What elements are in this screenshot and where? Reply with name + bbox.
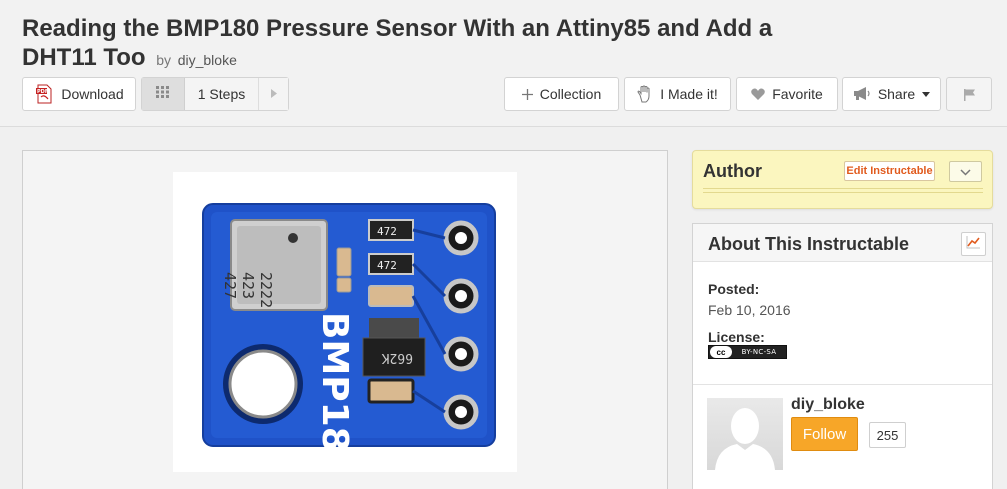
avatar[interactable] xyxy=(707,398,783,470)
download-label: Download xyxy=(61,86,124,102)
share-button[interactable]: Share xyxy=(842,77,941,111)
license-badge[interactable]: cc BY-NC-SA xyxy=(708,345,787,359)
title-text: Reading the BMP180 Pressure Sensor With … xyxy=(22,15,773,71)
sensor-photo[interactable]: 423 2222 427 472 472 BMP180 662K xyxy=(173,172,517,477)
resistor-1-label: 472 xyxy=(377,225,397,238)
resistor-2-label: 472 xyxy=(377,259,397,272)
hand-icon xyxy=(637,85,653,103)
about-divider xyxy=(693,384,992,385)
favorite-button[interactable]: Favorite xyxy=(736,77,838,111)
cc-logo-icon: cc xyxy=(710,346,732,358)
next-step-button[interactable] xyxy=(258,78,288,110)
steps-button[interactable]: 1 Steps xyxy=(185,78,258,110)
about-panel: About This Instructable Posted: Feb 10, … xyxy=(692,223,993,489)
license-label: License: xyxy=(708,329,765,345)
flag-icon xyxy=(963,88,976,101)
chevron-down-icon xyxy=(960,163,971,181)
author-heading: Author xyxy=(703,161,762,181)
share-label: Share xyxy=(877,86,916,102)
chip-text-1: 423 xyxy=(239,272,257,299)
collection-button[interactable]: Collection xyxy=(504,77,619,111)
stats-icon xyxy=(966,235,981,254)
author-link[interactable]: diy_bloke xyxy=(178,52,237,68)
grid-view-button[interactable] xyxy=(142,78,185,110)
svg-text:PDF: PDF xyxy=(37,89,48,95)
sensor-hole xyxy=(288,233,298,243)
pdf-icon: PDF xyxy=(34,84,54,104)
chevron-right-icon xyxy=(270,85,277,103)
heart-icon xyxy=(751,88,766,100)
megaphone-icon xyxy=(853,87,871,101)
capacitor-3 xyxy=(368,285,414,307)
download-button[interactable]: PDF Download xyxy=(22,77,136,111)
default-avatar-icon xyxy=(715,408,775,470)
caret-down-icon xyxy=(922,91,931,97)
license-badge-text: BY-NC-SA xyxy=(741,348,777,356)
chip-text-3: 427 xyxy=(221,272,239,299)
about-header: About This Instructable xyxy=(693,224,992,262)
edit-instructable-button[interactable]: Edit Instructable xyxy=(844,161,935,181)
page-title: Reading the BMP180 Pressure Sensor With … xyxy=(22,14,822,75)
stats-button[interactable] xyxy=(961,232,986,256)
author-panel: Author Edit Instructable xyxy=(692,150,993,209)
posted-date: Feb 10, 2016 xyxy=(708,302,791,318)
collection-label: Collection xyxy=(539,86,602,102)
capacitor-2 xyxy=(336,277,352,293)
posted-label: Posted: xyxy=(708,281,760,297)
madeit-label: I Made it! xyxy=(660,86,718,102)
plus-icon xyxy=(521,88,533,100)
follow-button[interactable]: Follow xyxy=(791,417,858,451)
chip-text-2: 2222 xyxy=(257,272,275,308)
board-label: BMP180 xyxy=(314,312,355,472)
bmp180-board-illustration: 423 2222 427 472 472 BMP180 662K xyxy=(202,203,496,477)
page-header: Reading the BMP180 Pressure Sensor With … xyxy=(0,0,1007,127)
grid-icon xyxy=(156,85,170,103)
report-flag-button[interactable] xyxy=(946,77,992,111)
by-label: by xyxy=(156,52,172,68)
author-name[interactable]: diy_bloke xyxy=(791,396,865,414)
capacitor-4 xyxy=(367,378,415,404)
ic-label: 662K xyxy=(382,350,413,365)
favorite-label: Favorite xyxy=(772,86,823,102)
regulator-tab xyxy=(369,318,419,338)
mounting-hole xyxy=(228,349,298,419)
author-menu-button[interactable] xyxy=(949,161,982,182)
i-made-it-button[interactable]: I Made it! xyxy=(624,77,731,111)
about-heading: About This Instructable xyxy=(708,234,910,254)
author-divider xyxy=(703,188,983,193)
capacitor-1 xyxy=(336,247,352,277)
steps-nav: 1 Steps xyxy=(141,77,289,111)
follower-count: 255 xyxy=(869,422,906,448)
